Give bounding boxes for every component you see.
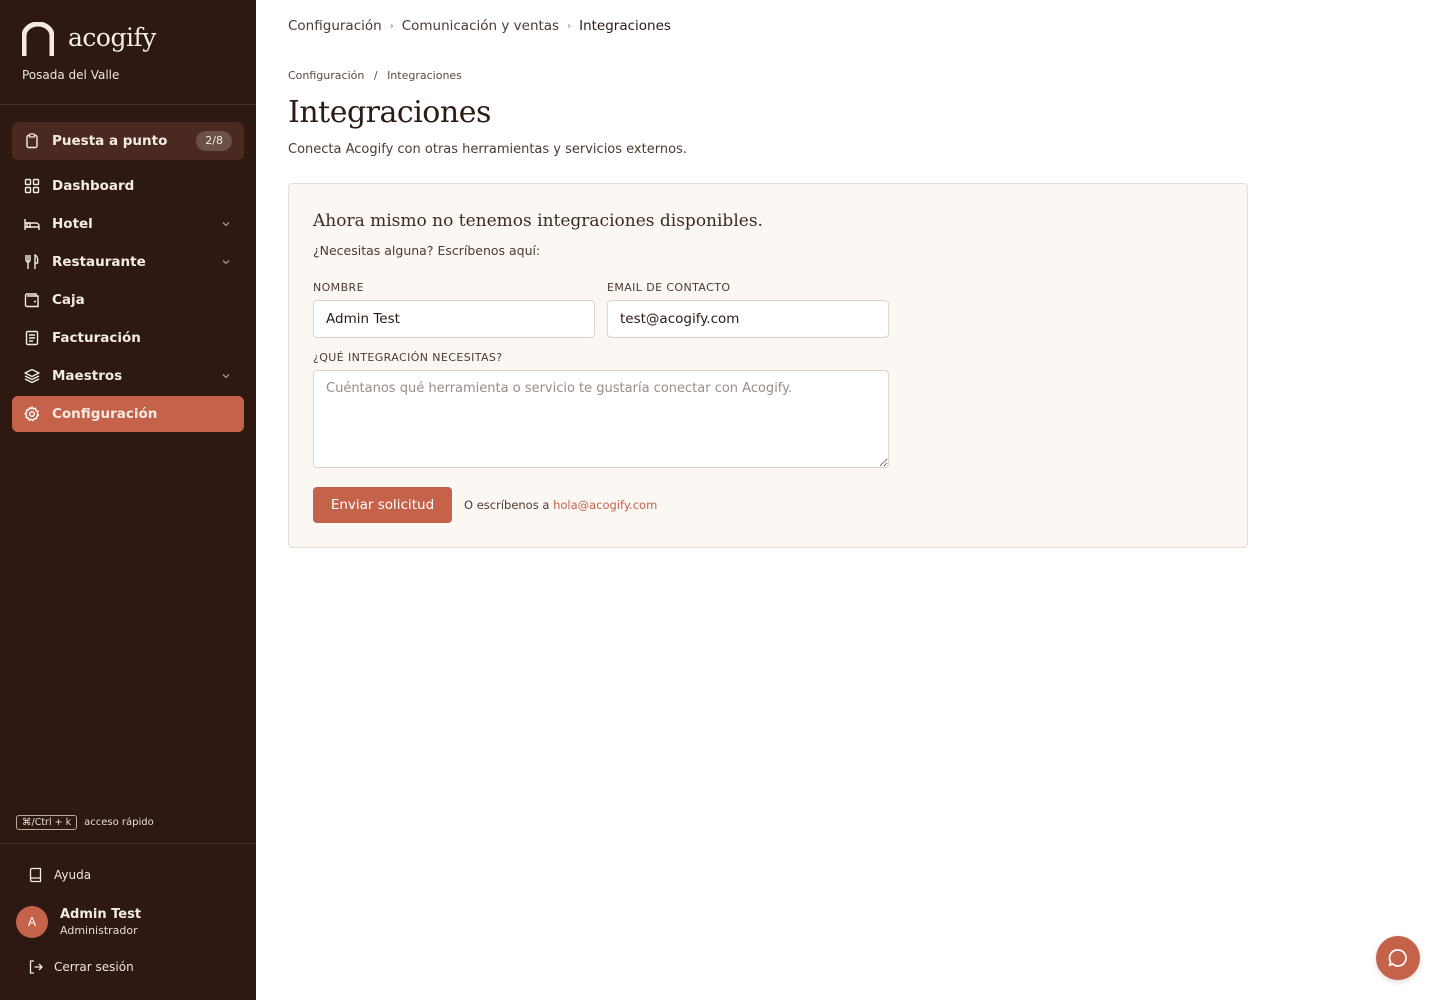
receipt-icon [24, 330, 40, 346]
sidebar-item-maestros[interactable]: Maestros [12, 358, 244, 394]
property-name: Posada del Valle [22, 68, 120, 82]
chevron-down-icon [222, 222, 230, 227]
chevron-down-icon [222, 374, 230, 379]
sidebar-item-label: Dashboard [52, 178, 135, 194]
alt-contact-text: O escríbenos a hola@acogify.com [464, 498, 657, 512]
alt-contact-prefix: O escríbenos a [464, 498, 550, 512]
setup-progress-badge: 2/8 [196, 131, 232, 151]
shortcut-label: acceso rápido [84, 817, 154, 828]
breadcrumb-current: Integraciones [387, 69, 462, 82]
book-icon [29, 867, 42, 883]
sidebar-item-label: Configuración [52, 406, 158, 422]
grid-icon [24, 178, 40, 194]
logout-icon [29, 960, 43, 974]
logo-arch-icon [22, 22, 54, 56]
email-label: EMAIL DE CONTACTO [607, 281, 731, 294]
user-role: Administrador [60, 924, 138, 937]
sidebar-item-restaurante[interactable]: Restaurante [12, 244, 244, 280]
logout-label: Cerrar sesión [54, 960, 134, 974]
page-breadcrumb: Configuración / Integraciones [288, 69, 462, 82]
quick-access-hint: ⌘/Ctrl + k acceso rápido [16, 815, 154, 830]
page-subtitle: Conecta Acogify con otras herramientas y… [288, 142, 687, 157]
user-name: Admin Test [60, 907, 142, 922]
sidebar-item-configuracion[interactable]: Configuración [12, 396, 244, 432]
chat-button[interactable] [1376, 936, 1420, 980]
breadcrumb-current: Integraciones [579, 18, 671, 34]
bed-icon [24, 216, 40, 232]
breadcrumb-item[interactable]: Comunicación y ventas [402, 18, 559, 34]
breadcrumb-chevron-icon: › [389, 20, 394, 32]
user-profile[interactable]: A Admin Test Administrador [16, 906, 141, 938]
breadcrumb-separator: / [373, 69, 378, 82]
sidebar-nav: Puesta a punto 2/8 Dashboard Hotel Resta… [12, 122, 244, 434]
shortcut-keys: ⌘/Ctrl + k [16, 815, 78, 830]
sidebar-item-label: Puesta a punto [52, 133, 168, 149]
sidebar-item-dashboard[interactable]: Dashboard [12, 168, 244, 204]
gear-icon [24, 406, 40, 422]
sidebar: acogify Posada del Valle Puesta a punto … [0, 0, 256, 1000]
brand-logo[interactable]: acogify [22, 22, 156, 56]
card-title: Ahora mismo no tenemos integraciones dis… [313, 211, 763, 231]
help-link[interactable]: Ayuda [28, 867, 91, 883]
top-breadcrumb: Configuración › Comunicación y ventas › … [288, 18, 671, 34]
sidebar-item-hotel[interactable]: Hotel [12, 206, 244, 242]
logout-button[interactable]: Cerrar sesión [28, 959, 134, 975]
name-field[interactable] [313, 300, 595, 338]
breadcrumb-item[interactable]: Configuración [288, 18, 382, 34]
name-label: NOMBRE [313, 281, 364, 294]
sidebar-item-label: Maestros [52, 368, 123, 384]
card-subtitle: ¿Necesitas alguna? Escríbenos aquí: [313, 243, 541, 258]
breadcrumb-item[interactable]: Configuración [288, 69, 364, 82]
chat-bubble-icon [1388, 949, 1407, 967]
breadcrumb-chevron-icon: › [567, 20, 572, 32]
sidebar-item-label: Restaurante [52, 254, 146, 270]
chevron-down-icon [222, 260, 230, 265]
brand-name: acogify [68, 22, 156, 52]
integration-label: ¿QUÉ INTEGRACIÓN NECESITAS? [313, 351, 503, 364]
sidebar-item-setup[interactable]: Puesta a punto 2/8 [12, 122, 244, 160]
sidebar-item-label: Hotel [52, 216, 93, 232]
utensils-icon [24, 254, 40, 270]
sidebar-item-facturacion[interactable]: Facturación [12, 320, 244, 356]
integration-textarea[interactable] [313, 370, 889, 468]
email-field[interactable] [607, 300, 889, 338]
send-request-button[interactable]: Enviar solicitud [313, 487, 452, 523]
sidebar-item-caja[interactable]: Caja [12, 282, 244, 318]
avatar: A [16, 906, 48, 938]
sidebar-divider [0, 104, 256, 105]
clipboard-icon [24, 133, 40, 149]
sidebar-item-label: Facturación [52, 330, 141, 346]
sidebar-divider [0, 843, 256, 844]
layers-icon [24, 368, 40, 384]
sidebar-item-label: Caja [52, 292, 85, 308]
wallet-icon [24, 292, 40, 308]
contact-email-link[interactable]: hola@acogify.com [553, 498, 657, 512]
help-label: Ayuda [54, 868, 92, 882]
page-title: Integraciones [288, 95, 491, 130]
integration-request-card: Ahora mismo no tenemos integraciones dis… [288, 183, 1248, 548]
